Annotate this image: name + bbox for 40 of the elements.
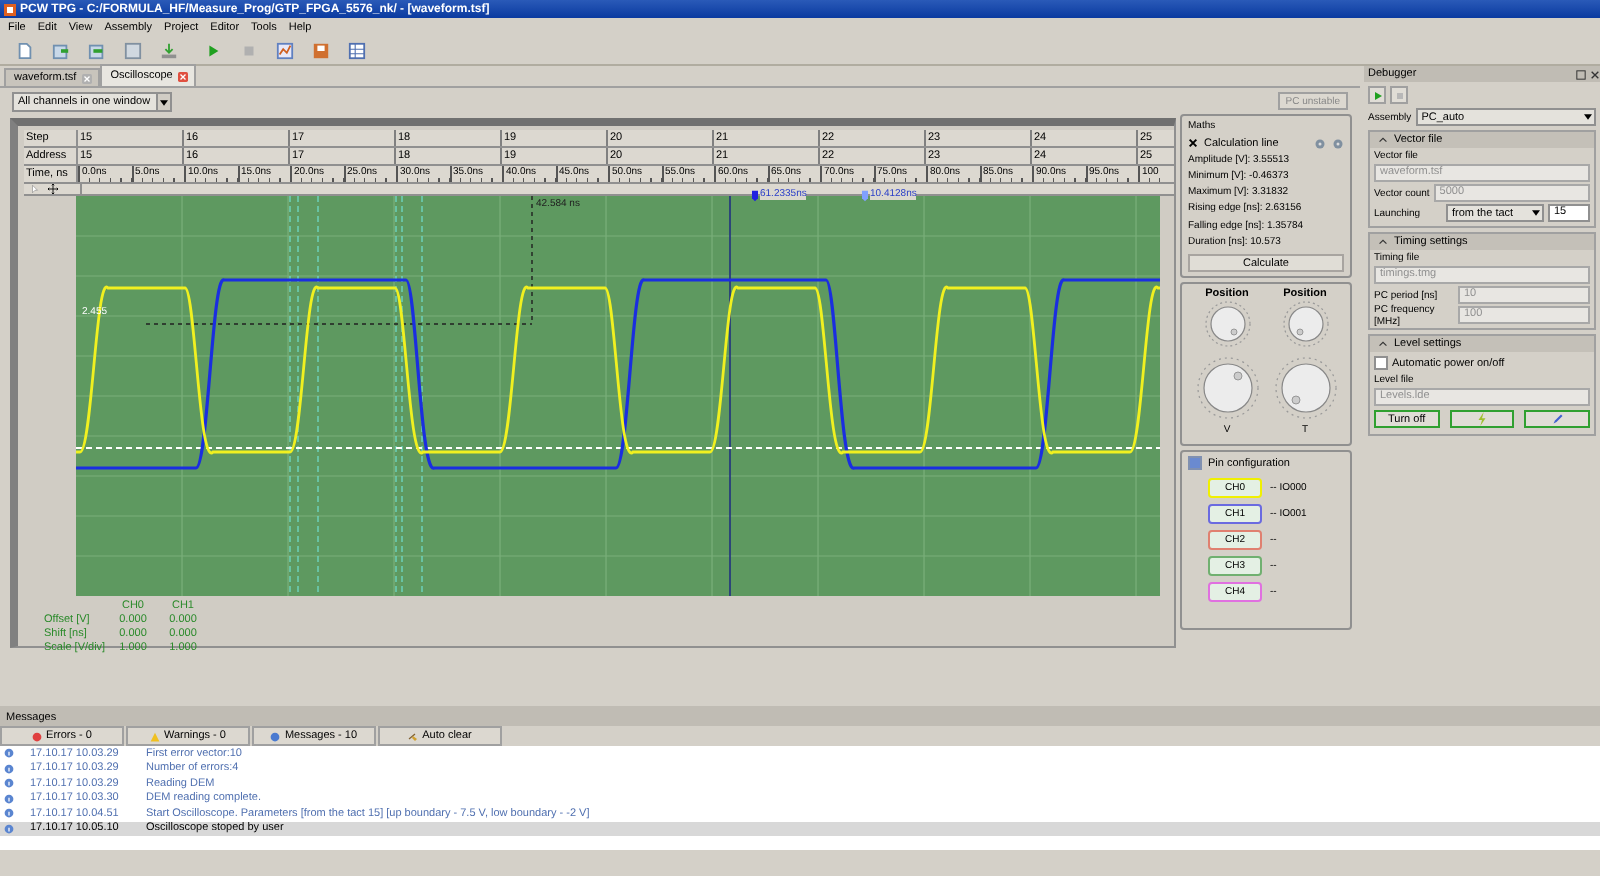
stop-icon (1394, 90, 1406, 102)
import-icon[interactable] (88, 41, 106, 59)
run-button[interactable] (1368, 86, 1386, 104)
collapse-icon (1378, 136, 1388, 144)
save-icon[interactable] (312, 41, 330, 59)
pointer-icon[interactable] (30, 184, 40, 194)
lightning-icon (1476, 412, 1488, 426)
play-icon[interactable] (204, 41, 222, 59)
document-icon[interactable] (124, 41, 142, 59)
broom-icon (408, 731, 419, 741)
warning-icon (150, 731, 160, 741)
caret-icon (1532, 210, 1540, 216)
caret-icon (160, 99, 169, 105)
checkbox[interactable] (1188, 138, 1198, 149)
edit-button[interactable] (1524, 410, 1591, 428)
stop-icon[interactable] (240, 41, 258, 59)
power-button[interactable] (1449, 410, 1515, 428)
download-icon[interactable] (160, 41, 178, 59)
pen-icon (1551, 412, 1564, 426)
knob[interactable] (1273, 355, 1337, 420)
stop-button[interactable] (1390, 86, 1408, 104)
knob[interactable] (1203, 299, 1251, 348)
knob[interactable] (1195, 355, 1259, 420)
error-icon (32, 731, 43, 741)
collapse-icon (1378, 238, 1388, 246)
checkbox[interactable] (1188, 456, 1202, 471)
open-file-icon[interactable] (52, 41, 70, 59)
new-file-icon[interactable] (16, 41, 34, 59)
checkbox[interactable] (1374, 356, 1388, 370)
collapse-icon (1378, 340, 1388, 348)
chart-icon[interactable] (276, 41, 294, 59)
app-icon (4, 3, 16, 15)
float-icon[interactable] (1576, 69, 1586, 79)
table-icon[interactable] (348, 41, 366, 59)
caret-icon (1584, 114, 1592, 120)
info-icon (270, 731, 281, 741)
close-icon[interactable] (1590, 69, 1600, 79)
move-icon[interactable] (48, 184, 58, 194)
knob[interactable] (1281, 299, 1329, 348)
play-icon (1372, 90, 1384, 102)
